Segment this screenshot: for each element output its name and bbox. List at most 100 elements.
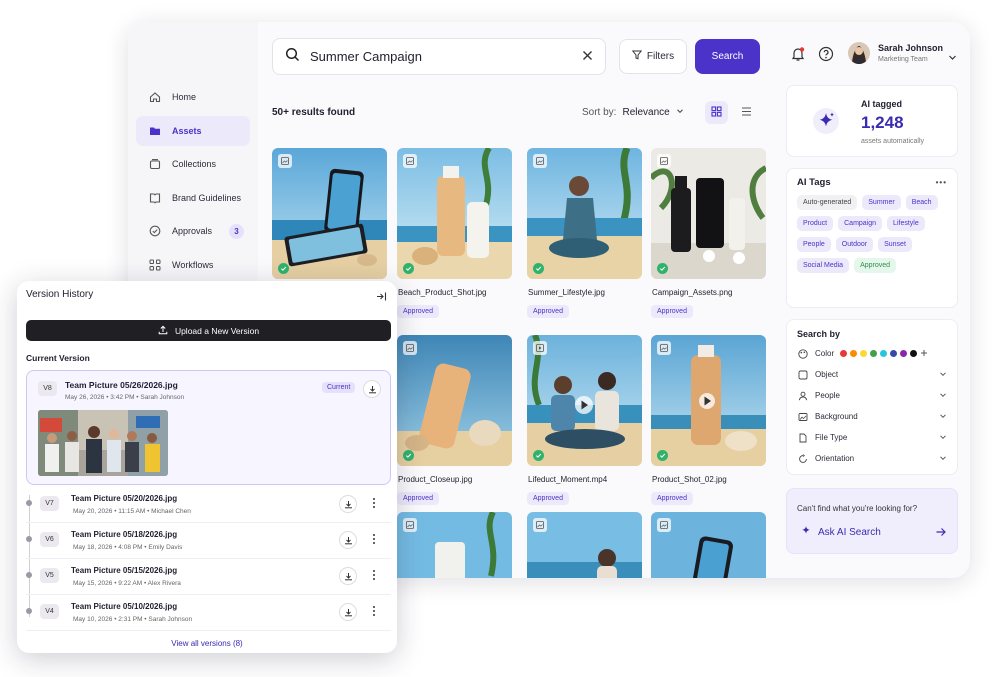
search-input[interactable]: [310, 49, 582, 64]
approvals-count-badge: 3: [229, 223, 244, 239]
more-vertical-icon[interactable]: [372, 532, 376, 550]
asset-thumbnail[interactable]: [651, 148, 766, 279]
more-vertical-icon[interactable]: [372, 568, 376, 586]
notification-bell-icon[interactable]: [790, 46, 806, 67]
color-swatch[interactable]: [860, 350, 868, 357]
sidebar-item-assets[interactable]: Assets: [136, 115, 250, 146]
asset-card[interactable]: Product_Closeup.jpg Approved: [397, 335, 512, 505]
asset-card[interactable]: Campaign_Assets.png Approved: [651, 148, 766, 318]
approved-badge: Approved: [651, 305, 693, 318]
version-date: May 15, 2026: [73, 580, 113, 587]
search-by-orientation[interactable]: Orientation: [797, 448, 947, 469]
version-row[interactable]: V5 Team Picture 05/15/2026.jpg May 15, 2…: [26, 559, 391, 595]
tag-chip[interactable]: Product: [797, 216, 834, 231]
version-row[interactable]: V7 Team Picture 05/20/2026.jpg May 20, 2…: [26, 487, 391, 523]
asset-thumbnail[interactable]: [527, 148, 642, 279]
color-swatch[interactable]: [840, 350, 848, 357]
asset-card[interactable]: Lifeduct_Moment.mp4 Approved: [527, 335, 642, 505]
asset-thumbnail[interactable]: [651, 512, 766, 578]
asset-card[interactable]: [651, 512, 766, 578]
upload-new-version-button[interactable]: Upload a New Version: [26, 320, 391, 341]
collapse-panel-icon[interactable]: [376, 289, 387, 307]
image-type-icon: [403, 518, 417, 532]
asset-card[interactable]: [527, 512, 642, 578]
filters-button[interactable]: Filters: [619, 39, 687, 74]
asset-card[interactable]: Beach_Product_Shot.jpg Approved: [397, 148, 512, 318]
version-time: 4:08 PM: [118, 544, 143, 551]
sort-by-dropdown[interactable]: Sort by: Relevance: [582, 107, 684, 118]
asset-thumbnail[interactable]: [272, 148, 387, 279]
sidebar-item-approvals[interactable]: Approvals 3: [136, 216, 250, 246]
sidebar-item-home[interactable]: Home: [136, 82, 250, 112]
tag-chip[interactable]: Sunset: [878, 237, 912, 252]
tag-chip[interactable]: Beach: [905, 195, 938, 210]
ai-tagged-subtitle: assets automatically: [861, 138, 925, 145]
sidebar-item-collections[interactable]: Collections: [136, 149, 250, 179]
color-swatch[interactable]: [910, 350, 918, 357]
asset-card[interactable]: Summer_Lifestyle.jpg Approved: [527, 148, 642, 318]
download-button[interactable]: [339, 495, 357, 513]
tag-chip[interactable]: Summer: [862, 195, 901, 210]
color-swatch[interactable]: [850, 350, 858, 357]
asset-card[interactable]: Product_Shot_02.jpg Approved: [651, 335, 766, 505]
search-button[interactable]: Search: [695, 39, 760, 74]
color-swatch[interactable]: [890, 350, 898, 357]
add-color-icon[interactable]: [920, 349, 928, 359]
tag-chip[interactable]: Approved: [854, 258, 897, 273]
tag-chip[interactable]: Social Media: [797, 258, 850, 273]
download-button[interactable]: [339, 603, 357, 621]
asset-card[interactable]: [397, 512, 512, 578]
palette-icon: [797, 348, 809, 359]
help-icon[interactable]: [818, 46, 834, 67]
search-bar[interactable]: [272, 38, 606, 75]
asset-thumbnail[interactable]: [527, 512, 642, 578]
ask-ai-search-button[interactable]: Ask AI Search: [801, 525, 881, 539]
tag-chip[interactable]: Campaign: [838, 216, 883, 231]
search-by-object[interactable]: Object: [797, 364, 947, 385]
tag-chip[interactable]: People: [797, 237, 831, 252]
sidebar-item-workflows[interactable]: Workflows: [136, 250, 250, 280]
asset-thumbnail[interactable]: [527, 335, 642, 466]
chevron-down-icon[interactable]: [948, 49, 957, 67]
ai-tags-card: AI Tags ••• Auto-generated Summer Beach P…: [786, 168, 958, 308]
version-time: 2:31 PM: [118, 616, 143, 623]
sidebar-item-label: Collections: [172, 159, 217, 169]
download-button[interactable]: [363, 380, 381, 398]
clear-search-icon[interactable]: [582, 48, 593, 66]
sidebar-item-brand-guidelines[interactable]: Brand Guidelines: [136, 183, 250, 213]
search-by-background[interactable]: Background: [797, 406, 947, 427]
more-options-icon[interactable]: •••: [936, 178, 947, 187]
color-swatch[interactable]: [900, 350, 908, 357]
arrow-right-icon[interactable]: [935, 525, 947, 543]
asset-thumbnail[interactable]: [397, 148, 512, 279]
asset-thumbnail[interactable]: [651, 335, 766, 466]
tag-chip[interactable]: Lifestyle: [887, 216, 925, 231]
timeline-dot: [26, 572, 32, 578]
view-all-versions-link[interactable]: View all versions (8): [17, 639, 397, 648]
download-button[interactable]: [339, 531, 357, 549]
color-swatch[interactable]: [880, 350, 888, 357]
version-time: 9:22 AM: [118, 580, 143, 587]
asset-thumbnail[interactable]: [397, 335, 512, 466]
color-swatch[interactable]: [870, 350, 878, 357]
version-row[interactable]: V6 Team Picture 05/18/2026.jpg May 18, 2…: [26, 523, 391, 559]
search-by-file-type[interactable]: File Type: [797, 427, 947, 448]
more-vertical-icon[interactable]: [372, 496, 376, 514]
approved-badge: Approved: [651, 492, 693, 505]
search-by-color[interactable]: Color: [797, 343, 947, 364]
tag-chip[interactable]: Outdoor: [835, 237, 874, 252]
version-author: Sarah Johnson: [148, 616, 193, 623]
download-button[interactable]: [339, 567, 357, 585]
list-view-button[interactable]: [735, 101, 758, 124]
list-icon: [741, 104, 752, 122]
grid-view-button[interactable]: [705, 101, 728, 124]
asset-card[interactable]: [272, 148, 387, 279]
tag-chip[interactable]: Auto-generated: [797, 195, 858, 210]
current-version-card[interactable]: V8 Team Picture 05/26/2026.jpg May 26, 2…: [26, 370, 391, 485]
version-row[interactable]: V4 Team Picture 05/10/2026.jpg May 10, 2…: [26, 595, 391, 631]
ask-ai-label: Ask AI Search: [818, 526, 881, 538]
avatar[interactable]: [848, 42, 870, 64]
asset-thumbnail[interactable]: [397, 512, 512, 578]
search-by-people[interactable]: People: [797, 385, 947, 406]
more-vertical-icon[interactable]: [372, 604, 376, 622]
